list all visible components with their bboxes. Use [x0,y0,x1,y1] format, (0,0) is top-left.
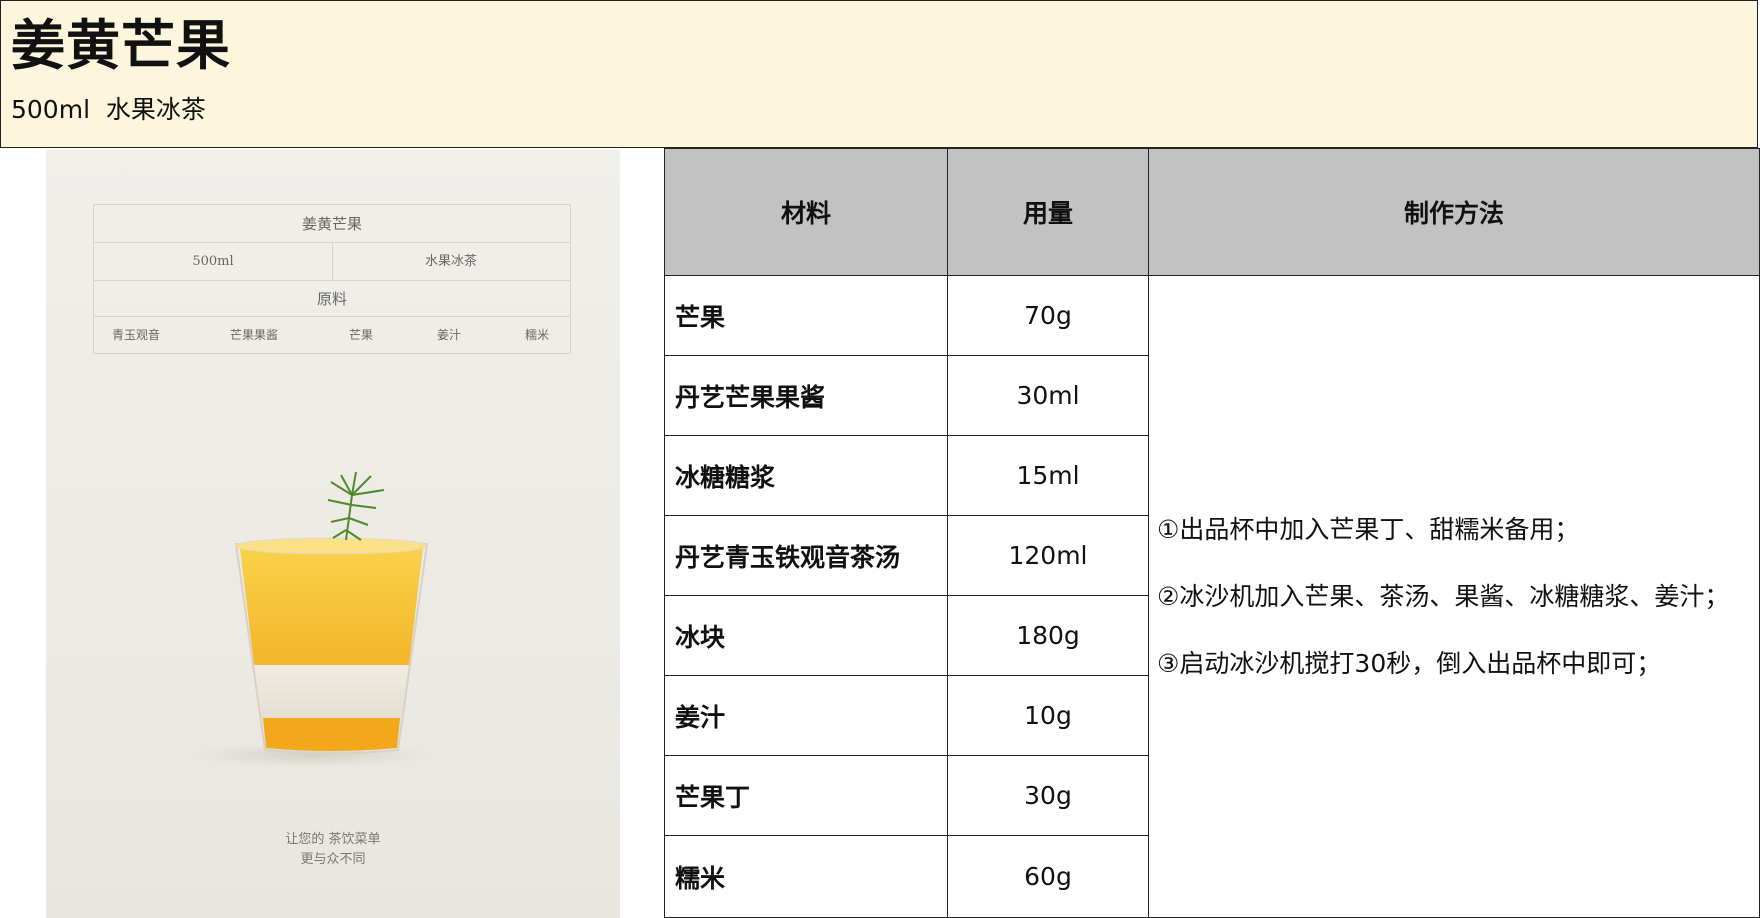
header-method: 制作方法 [1148,148,1760,276]
ingredient-name: 糯米 [664,835,948,918]
ingredient-name: 丹艺青玉铁观音茶汤 [664,515,948,596]
mango-dice-layer [263,718,400,751]
ingredient-qty: 15ml [947,435,1149,516]
poster-slogan-line: 更与众不同 [300,852,366,867]
rice-layer [254,665,409,725]
ingredient-name: 芒果丁 [664,755,948,836]
method-step: ②冰沙机加入芒果、茶汤、果酱、冰糖糖浆、姜汁； [1157,582,1730,611]
product-photo: 姜黄芒果 500ml 水果冰茶 原料 青玉观音 芒果果酱 芒果 姜汁 糯米 让您… [46,150,620,918]
ingredient-name: 冰糖糖浆 [664,435,948,516]
header-ingredient: 材料 [664,148,948,276]
ingredient-name: 冰块 [664,595,948,676]
ingredient-qty: 60g [947,835,1149,918]
drink-cup-illustration [191,471,431,767]
recipe-subtitle: 500ml 水果冰茶 [11,95,206,124]
mango-smoothie-layer [240,548,423,665]
poster-slogan-line: 让您的 茶饮菜单 [285,832,381,847]
method-cell: ①出品杯中加入芒果丁、甜糯米备用； ②冰沙机加入芒果、茶汤、果酱、冰糖糖浆、姜汁… [1148,275,1760,918]
recipe-header: 姜黄芒果 500ml 水果冰茶 [0,0,1758,148]
poster-slogan: 让您的 茶饮菜单 更与众不同 [46,830,620,870]
ingredient-name: 芒果 [664,275,948,356]
ingredient-qty: 180g [947,595,1149,676]
herb-garnish-icon [327,471,385,541]
ingredient-qty: 120ml [947,515,1149,596]
recipe-page: 姜黄芒果 500ml 水果冰茶 姜黄芒果 500ml 水果冰茶 原料 青玉观音 … [0,0,1760,918]
method-step: ③启动冰沙机搅打30秒，倒入出品杯中即可； [1157,649,1662,678]
ingredient-qty: 30ml [947,355,1149,436]
ingredient-name: 姜汁 [664,675,948,756]
ingredient-qty: 30g [947,755,1149,836]
recipe-title: 姜黄芒果 [11,14,231,77]
ingredient-qty: 70g [947,275,1149,356]
recipe-table: 材料 用量 制作方法 芒果 70g 丹艺芒果果酱 30ml 冰糖糖浆 15ml … [664,148,1760,918]
ingredient-name: 丹艺芒果果酱 [664,355,948,436]
header-quantity: 用量 [947,148,1149,276]
method-step: ①出品杯中加入芒果丁、甜糯米备用； [1157,515,1580,544]
cup-rim [234,537,428,555]
ingredient-qty: 10g [947,675,1149,756]
